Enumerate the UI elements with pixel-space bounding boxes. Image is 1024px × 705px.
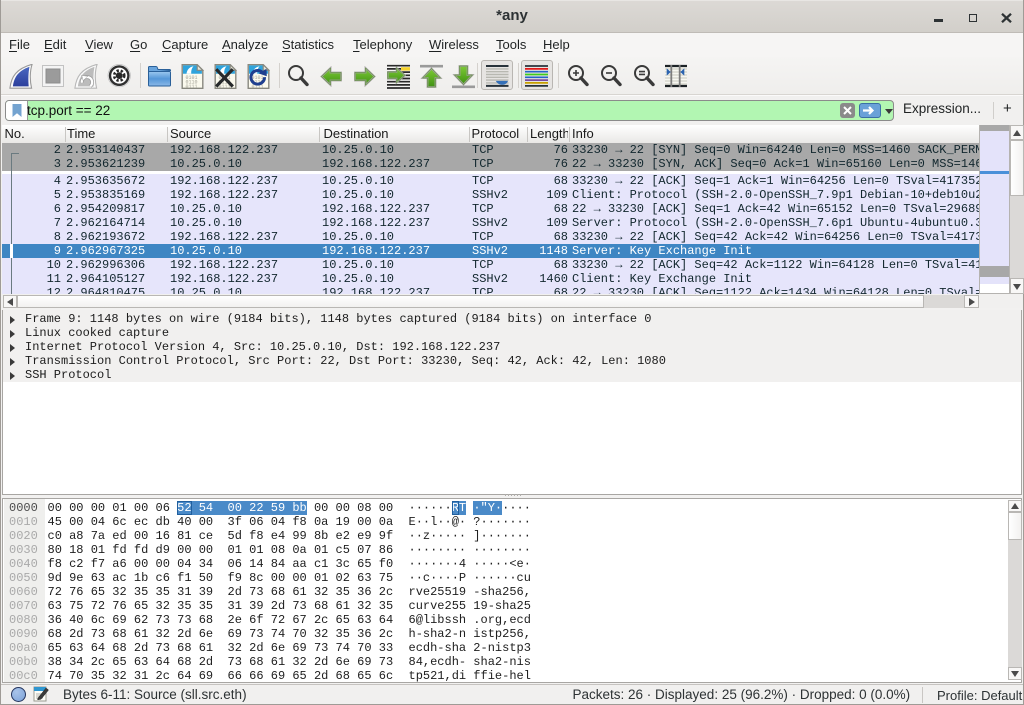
- svg-text:0111: 0111: [219, 84, 231, 89]
- svg-text:0111: 0111: [186, 84, 198, 89]
